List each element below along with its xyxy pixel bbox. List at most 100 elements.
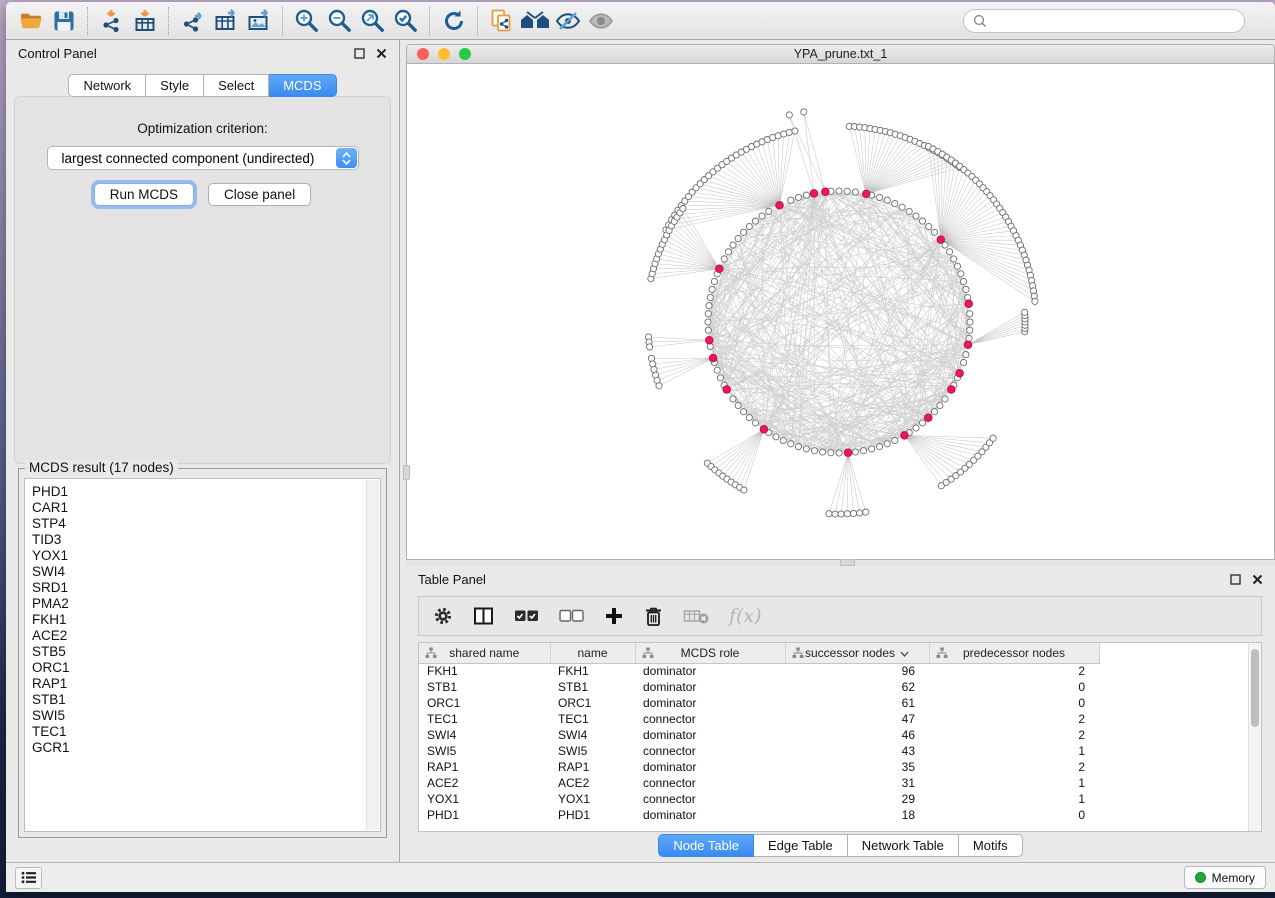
table-row[interactable]: ORC1ORC1dominator610 xyxy=(419,695,1099,711)
mcds-hub-node[interactable] xyxy=(964,341,972,349)
network-node[interactable] xyxy=(788,441,794,447)
column-header-successor-nodes[interactable]: successor nodes xyxy=(785,643,929,663)
network-node[interactable] xyxy=(919,420,925,426)
search-input[interactable] xyxy=(993,14,1235,28)
network-node[interactable] xyxy=(746,223,752,229)
mcds-hub-node[interactable] xyxy=(901,432,909,440)
network-node[interactable] xyxy=(836,450,842,456)
close-panel-icon[interactable] xyxy=(376,48,387,59)
network-node[interactable] xyxy=(919,218,925,224)
mcds-hub-node[interactable] xyxy=(760,426,768,434)
export-image-icon[interactable] xyxy=(242,6,275,36)
table-row[interactable]: SWI5SWI5connector431 xyxy=(419,743,1099,759)
memory-button[interactable]: Memory xyxy=(1184,866,1266,889)
export-table-icon[interactable] xyxy=(209,6,242,36)
network-node[interactable] xyxy=(705,319,711,325)
network-node[interactable] xyxy=(961,359,967,365)
network-node[interactable] xyxy=(852,189,858,195)
list-item[interactable]: FKH1 xyxy=(32,612,380,628)
network-node[interactable] xyxy=(836,188,842,194)
network-node[interactable] xyxy=(786,112,792,118)
show-all-icon[interactable] xyxy=(584,6,617,36)
float-panel-icon[interactable] xyxy=(354,48,365,59)
network-node[interactable] xyxy=(838,511,844,517)
column-header-predecessor-nodes[interactable]: predecessor nodes xyxy=(929,643,1099,663)
network-node[interactable] xyxy=(832,511,838,517)
network-node[interactable] xyxy=(990,435,996,441)
mcds-hub-node[interactable] xyxy=(822,188,830,196)
network-node[interactable] xyxy=(740,229,746,235)
network-node[interactable] xyxy=(803,192,809,198)
network-node[interactable] xyxy=(826,511,832,517)
list-item[interactable]: STB1 xyxy=(32,692,380,708)
list-item[interactable]: CAR1 xyxy=(32,500,380,516)
network-node[interactable] xyxy=(752,218,758,224)
network-node[interactable] xyxy=(857,510,863,516)
network-node[interactable] xyxy=(876,194,882,200)
network-node[interactable] xyxy=(707,294,713,300)
import-network-icon[interactable] xyxy=(95,6,128,36)
mcds-result-list[interactable]: PHD1CAR1STP4TID3YOX1SWI4SRD1PMA2FKH1ACE2… xyxy=(24,478,381,832)
list-item[interactable]: SWI5 xyxy=(32,708,380,724)
network-node[interactable] xyxy=(740,409,746,415)
list-item[interactable]: STB5 xyxy=(32,644,380,660)
network-node[interactable] xyxy=(801,109,807,115)
mcds-hub-node[interactable] xyxy=(965,300,973,308)
mcds-hub-node[interactable] xyxy=(706,336,714,344)
list-scrollbar[interactable] xyxy=(366,480,379,830)
network-node[interactable] xyxy=(811,448,817,454)
network-node[interactable] xyxy=(967,311,973,317)
network-node[interactable] xyxy=(792,128,798,134)
network-node[interactable] xyxy=(958,271,964,277)
tab-style[interactable]: Style xyxy=(146,74,204,97)
network-node[interactable] xyxy=(730,242,736,248)
network-node[interactable] xyxy=(780,437,786,443)
network-node[interactable] xyxy=(913,213,919,219)
horizontal-splitter-handle[interactable] xyxy=(840,559,855,566)
table-row[interactable]: ACE2ACE2connector311 xyxy=(419,775,1099,791)
network-node[interactable] xyxy=(942,396,948,402)
table-row[interactable]: PHD1PHD1dominator180 xyxy=(419,807,1099,823)
network-node[interactable] xyxy=(967,319,973,325)
network-node[interactable] xyxy=(850,510,856,516)
tab-motifs[interactable]: Motifs xyxy=(959,834,1023,857)
delete-table-icon[interactable] xyxy=(683,607,709,625)
network-node[interactable] xyxy=(721,256,727,262)
mcds-hub-node[interactable] xyxy=(709,354,717,362)
network-node[interactable] xyxy=(730,396,736,402)
network-node[interactable] xyxy=(795,194,801,200)
network-node[interactable] xyxy=(709,286,715,292)
network-node[interactable] xyxy=(803,446,809,452)
network-node[interactable] xyxy=(926,223,932,229)
add-row-icon[interactable] xyxy=(604,606,624,626)
tab-node-table[interactable]: Node Table xyxy=(658,834,754,857)
hide-selected-icon[interactable] xyxy=(551,6,584,36)
vertical-splitter-handle[interactable] xyxy=(403,465,410,480)
show-columns-icon[interactable] xyxy=(473,606,494,626)
network-node[interactable] xyxy=(759,213,765,219)
apply-preferred-layout-icon[interactable] xyxy=(437,6,470,36)
select-all-icon[interactable] xyxy=(514,609,539,623)
mcds-hub-node[interactable] xyxy=(956,369,964,377)
network-node[interactable] xyxy=(954,263,960,269)
network-node[interactable] xyxy=(1022,309,1028,315)
network-node[interactable] xyxy=(706,303,712,309)
task-history-icon[interactable] xyxy=(15,867,42,889)
network-node[interactable] xyxy=(892,200,898,206)
mcds-hub-node[interactable] xyxy=(862,190,870,198)
network-node[interactable] xyxy=(714,367,720,373)
network-node[interactable] xyxy=(735,402,741,408)
zoom-in-icon[interactable] xyxy=(290,6,323,36)
table-row[interactable]: YOX1YOX1connector291 xyxy=(419,791,1099,807)
list-item[interactable]: YOX1 xyxy=(32,548,380,564)
network-node[interactable] xyxy=(852,449,858,455)
table-row[interactable]: FKH1FKH1dominator962 xyxy=(419,663,1099,679)
table-scrollbar[interactable] xyxy=(1248,643,1261,831)
network-node[interactable] xyxy=(844,188,850,194)
zoom-selected-icon[interactable] xyxy=(389,6,422,36)
run-mcds-button[interactable]: Run MCDS xyxy=(94,183,194,206)
network-node[interactable] xyxy=(876,444,882,450)
list-item[interactable]: PHD1 xyxy=(32,484,380,500)
network-node[interactable] xyxy=(869,446,875,452)
network-node[interactable] xyxy=(947,249,953,255)
